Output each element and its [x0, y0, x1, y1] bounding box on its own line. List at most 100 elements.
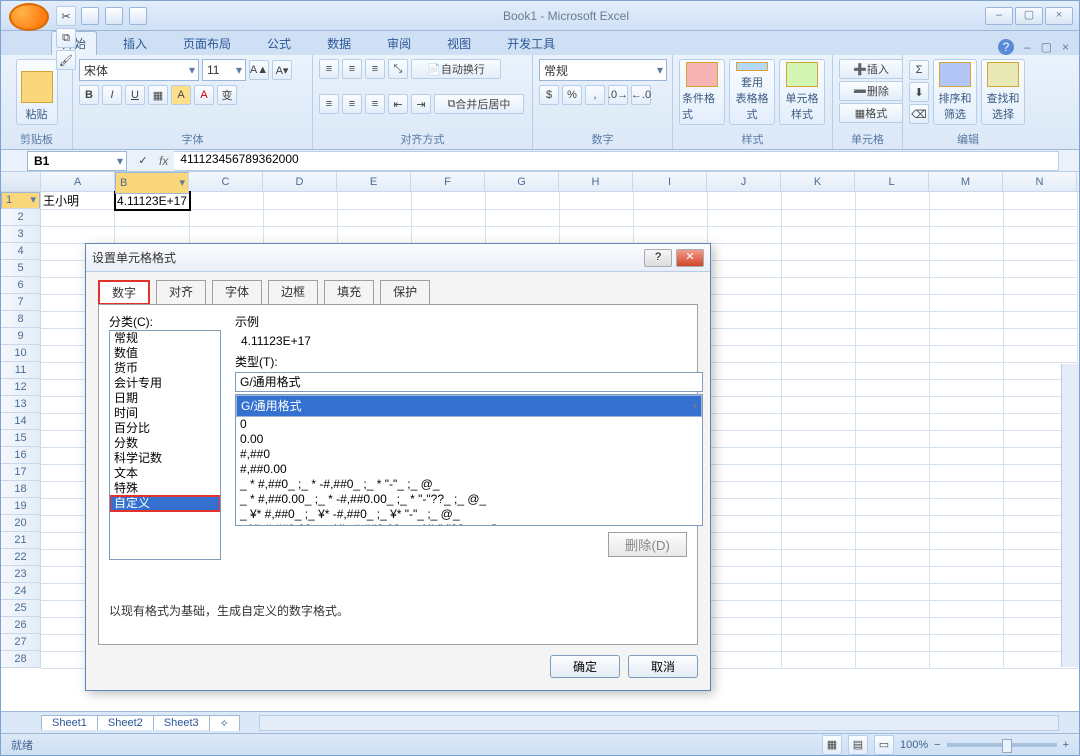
- cell[interactable]: [930, 414, 1004, 431]
- row-header[interactable]: 1: [1, 192, 40, 209]
- cell[interactable]: [1004, 278, 1078, 295]
- bold-button[interactable]: B: [79, 85, 99, 105]
- col-header[interactable]: J: [707, 172, 781, 191]
- phonetic-icon[interactable]: 变: [217, 85, 237, 105]
- undo-icon[interactable]: [81, 7, 99, 25]
- col-header[interactable]: I: [633, 172, 707, 191]
- cell[interactable]: [560, 227, 634, 244]
- cell[interactable]: [930, 567, 1004, 584]
- cell[interactable]: [856, 618, 930, 635]
- category-item[interactable]: 文本: [110, 466, 220, 481]
- cell[interactable]: [930, 210, 1004, 227]
- type-list[interactable]: G/通用格式00.00#,##0#,##0.00_ * #,##0_ ;_ * …: [235, 394, 703, 526]
- zoom-in-icon[interactable]: +: [1063, 739, 1069, 751]
- cell[interactable]: [930, 363, 1004, 380]
- cell[interactable]: [856, 652, 930, 669]
- tab-view[interactable]: 视图: [437, 32, 481, 55]
- cell[interactable]: [708, 482, 782, 499]
- cell[interactable]: [930, 550, 1004, 567]
- cell[interactable]: [930, 192, 1004, 210]
- vertical-scrollbar[interactable]: [1061, 364, 1079, 667]
- cell[interactable]: [930, 227, 1004, 244]
- dialog-tab-border[interactable]: 边框: [268, 280, 318, 305]
- cell[interactable]: 4.11123E+17: [115, 192, 190, 210]
- orientation-icon[interactable]: ⤡: [388, 59, 408, 79]
- mdi-min-icon[interactable]: –: [1024, 40, 1031, 54]
- category-item[interactable]: 日期: [110, 391, 220, 406]
- cell[interactable]: [1004, 346, 1078, 363]
- cell[interactable]: [856, 346, 930, 363]
- tab-formula[interactable]: 公式: [257, 32, 301, 55]
- cell[interactable]: [708, 601, 782, 618]
- cell[interactable]: [782, 499, 856, 516]
- cancel-button[interactable]: 取消: [628, 655, 698, 678]
- cell[interactable]: [1004, 244, 1078, 261]
- cell[interactable]: [930, 312, 1004, 329]
- type-item[interactable]: 0.00: [236, 432, 702, 447]
- dialog-help-button[interactable]: ?: [644, 249, 672, 267]
- cell[interactable]: [782, 533, 856, 550]
- cell[interactable]: [856, 210, 930, 227]
- clear-icon[interactable]: ⌫: [909, 104, 929, 124]
- cell[interactable]: [930, 295, 1004, 312]
- col-header[interactable]: L: [855, 172, 929, 191]
- cell[interactable]: [560, 210, 634, 227]
- cell[interactable]: [264, 227, 338, 244]
- shrink-font-icon[interactable]: A▾: [272, 60, 292, 80]
- col-header[interactable]: C: [189, 172, 263, 191]
- inc-decimal-icon[interactable]: .0→: [608, 85, 628, 105]
- paste-button[interactable]: 粘贴: [16, 59, 58, 125]
- cell[interactable]: [782, 380, 856, 397]
- cell[interactable]: [856, 397, 930, 414]
- cell[interactable]: [264, 192, 338, 210]
- cell[interactable]: [412, 192, 486, 210]
- cell[interactable]: [930, 244, 1004, 261]
- redo-icon[interactable]: [105, 7, 123, 25]
- row-header[interactable]: 20: [1, 515, 40, 532]
- view-layout-icon[interactable]: ▤: [848, 735, 868, 755]
- category-item[interactable]: 会计专用: [110, 376, 220, 391]
- cell[interactable]: [708, 261, 782, 278]
- row-header[interactable]: 18: [1, 481, 40, 498]
- cell[interactable]: [856, 516, 930, 533]
- sheet-tab[interactable]: Sheet2: [97, 715, 154, 730]
- row-header[interactable]: 26: [1, 617, 40, 634]
- row-header[interactable]: 27: [1, 634, 40, 651]
- cells-format-button[interactable]: ▦ 格式: [839, 103, 903, 123]
- cell[interactable]: [856, 550, 930, 567]
- fx-cancel-icon[interactable]: ✓: [133, 151, 153, 171]
- col-header[interactable]: H: [559, 172, 633, 191]
- cell[interactable]: [782, 431, 856, 448]
- cell-style-button[interactable]: 单元格 样式: [779, 59, 825, 125]
- tab-dev[interactable]: 开发工具: [497, 32, 565, 55]
- cell[interactable]: [338, 192, 412, 210]
- dialog-tab-align[interactable]: 对齐: [156, 280, 206, 305]
- category-item[interactable]: 科学记数: [110, 451, 220, 466]
- cell[interactable]: [708, 516, 782, 533]
- cell[interactable]: [190, 227, 264, 244]
- cell[interactable]: [856, 227, 930, 244]
- cell[interactable]: [856, 380, 930, 397]
- cell[interactable]: [41, 210, 115, 227]
- cell[interactable]: [856, 465, 930, 482]
- cell[interactable]: [1004, 312, 1078, 329]
- cell[interactable]: [856, 499, 930, 516]
- cell[interactable]: [41, 227, 115, 244]
- view-normal-icon[interactable]: ▦: [822, 735, 842, 755]
- row-header[interactable]: 5: [1, 260, 40, 277]
- format-painter-icon[interactable]: 🖌: [56, 50, 76, 70]
- find-select-button[interactable]: 查找和 选择: [981, 59, 1025, 125]
- col-header[interactable]: M: [929, 172, 1003, 191]
- fill-color-icon[interactable]: A: [171, 85, 191, 105]
- close-button[interactable]: ×: [1045, 7, 1073, 25]
- cell[interactable]: [856, 244, 930, 261]
- cell[interactable]: [856, 533, 930, 550]
- dialog-close-button[interactable]: ✕: [676, 249, 704, 267]
- category-item[interactable]: 自定义: [110, 496, 220, 511]
- zoom-slider[interactable]: [947, 743, 1057, 747]
- category-item[interactable]: 特殊: [110, 481, 220, 496]
- cell[interactable]: [930, 448, 1004, 465]
- cell[interactable]: [708, 499, 782, 516]
- cell[interactable]: [782, 192, 856, 210]
- ok-button[interactable]: 确定: [550, 655, 620, 678]
